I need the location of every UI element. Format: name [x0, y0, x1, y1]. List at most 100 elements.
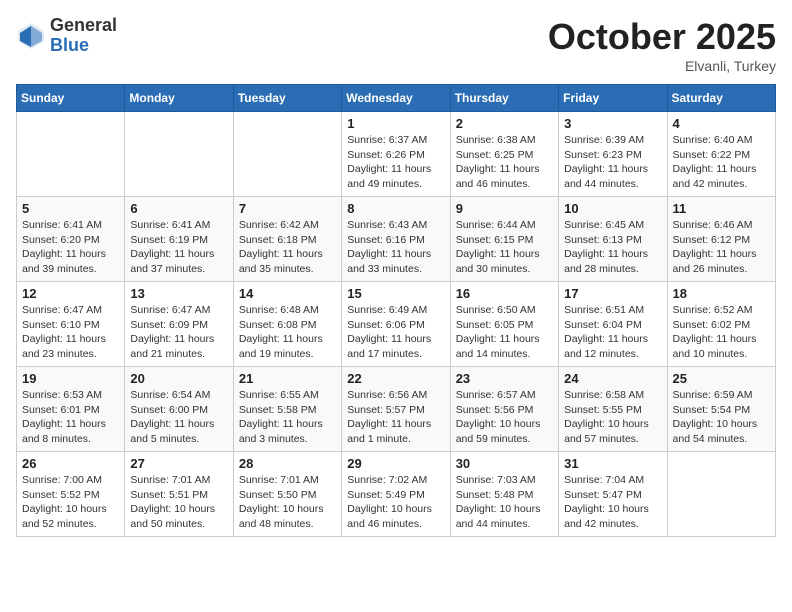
week-row-2: 5 Sunrise: 6:41 AM Sunset: 6:20 PM Daylig…	[17, 197, 776, 282]
day-number: 7	[239, 201, 336, 216]
calendar-cell: 4 Sunrise: 6:40 AM Sunset: 6:22 PM Daylig…	[667, 112, 775, 197]
calendar-cell: 21 Sunrise: 6:55 AM Sunset: 5:58 PM Dayli…	[233, 367, 341, 452]
calendar-cell: 1Sunrise: 6:37 AM Sunset: 6:26 PM Daylig…	[342, 112, 450, 197]
calendar-cell: 29 Sunrise: 7:02 AM Sunset: 5:49 PM Dayli…	[342, 452, 450, 537]
month-title: October 2025	[548, 16, 776, 58]
calendar-cell	[17, 112, 125, 197]
day-number: 9	[456, 201, 553, 216]
day-info: Sunrise: 6:43 AM Sunset: 6:16 PM Dayligh…	[347, 218, 444, 277]
day-number: 25	[673, 371, 770, 386]
day-info: Sunrise: 6:45 AM Sunset: 6:13 PM Dayligh…	[564, 218, 661, 277]
calendar-cell: 3Sunrise: 6:39 AM Sunset: 6:23 PM Daylig…	[559, 112, 667, 197]
location-subtitle: Elvanli, Turkey	[548, 58, 776, 74]
day-info: Sunrise: 6:58 AM Sunset: 5:55 PM Dayligh…	[564, 388, 661, 447]
day-number: 13	[130, 286, 227, 301]
day-number: 10	[564, 201, 661, 216]
day-info: Sunrise: 6:55 AM Sunset: 5:58 PM Dayligh…	[239, 388, 336, 447]
day-number: 6	[130, 201, 227, 216]
calendar-cell: 15 Sunrise: 6:49 AM Sunset: 6:06 PM Dayli…	[342, 282, 450, 367]
day-info: Sunrise: 6:38 AM Sunset: 6:25 PM Dayligh…	[456, 133, 553, 192]
day-header-sunday: Sunday	[17, 85, 125, 112]
day-info: Sunrise: 6:56 AM Sunset: 5:57 PM Dayligh…	[347, 388, 444, 447]
week-row-3: 12 Sunrise: 6:47 AM Sunset: 6:10 PM Dayli…	[17, 282, 776, 367]
day-info: Sunrise: 6:44 AM Sunset: 6:15 PM Dayligh…	[456, 218, 553, 277]
day-number: 3	[564, 116, 661, 131]
week-row-1: 1Sunrise: 6:37 AM Sunset: 6:26 PM Daylig…	[17, 112, 776, 197]
calendar-cell: 8Sunrise: 6:43 AM Sunset: 6:16 PM Daylig…	[342, 197, 450, 282]
calendar-cell: 6 Sunrise: 6:41 AM Sunset: 6:19 PM Daylig…	[125, 197, 233, 282]
calendar-cell: 26 Sunrise: 7:00 AM Sunset: 5:52 PM Dayli…	[17, 452, 125, 537]
calendar-cell: 7 Sunrise: 6:42 AM Sunset: 6:18 PM Daylig…	[233, 197, 341, 282]
logo-icon	[16, 21, 46, 51]
day-info: Sunrise: 6:57 AM Sunset: 5:56 PM Dayligh…	[456, 388, 553, 447]
calendar-cell	[667, 452, 775, 537]
day-info: Sunrise: 6:46 AM Sunset: 6:12 PM Dayligh…	[673, 218, 770, 277]
day-number: 14	[239, 286, 336, 301]
day-number: 29	[347, 456, 444, 471]
calendar-cell: 14 Sunrise: 6:48 AM Sunset: 6:08 PM Dayli…	[233, 282, 341, 367]
week-row-4: 19Sunrise: 6:53 AM Sunset: 6:01 PM Dayli…	[17, 367, 776, 452]
day-number: 19	[22, 371, 119, 386]
day-number: 26	[22, 456, 119, 471]
day-info: Sunrise: 6:41 AM Sunset: 6:19 PM Dayligh…	[130, 218, 227, 277]
day-info: Sunrise: 7:01 AM Sunset: 5:50 PM Dayligh…	[239, 473, 336, 532]
day-number: 31	[564, 456, 661, 471]
day-number: 4	[673, 116, 770, 131]
calendar-header-row: SundayMondayTuesdayWednesdayThursdayFrid…	[17, 85, 776, 112]
day-number: 17	[564, 286, 661, 301]
day-info: Sunrise: 7:02 AM Sunset: 5:49 PM Dayligh…	[347, 473, 444, 532]
day-info: Sunrise: 6:47 AM Sunset: 6:09 PM Dayligh…	[130, 303, 227, 362]
day-info: Sunrise: 6:49 AM Sunset: 6:06 PM Dayligh…	[347, 303, 444, 362]
calendar-cell: 17 Sunrise: 6:51 AM Sunset: 6:04 PM Dayli…	[559, 282, 667, 367]
calendar-cell: 12 Sunrise: 6:47 AM Sunset: 6:10 PM Dayli…	[17, 282, 125, 367]
calendar-cell: 19Sunrise: 6:53 AM Sunset: 6:01 PM Dayli…	[17, 367, 125, 452]
day-header-friday: Friday	[559, 85, 667, 112]
day-number: 28	[239, 456, 336, 471]
day-info: Sunrise: 7:01 AM Sunset: 5:51 PM Dayligh…	[130, 473, 227, 532]
day-number: 16	[456, 286, 553, 301]
title-block: October 2025 Elvanli, Turkey	[548, 16, 776, 74]
day-number: 12	[22, 286, 119, 301]
calendar-cell: 27 Sunrise: 7:01 AM Sunset: 5:51 PM Dayli…	[125, 452, 233, 537]
calendar-cell	[125, 112, 233, 197]
calendar-cell: 23 Sunrise: 6:57 AM Sunset: 5:56 PM Dayli…	[450, 367, 558, 452]
day-info: Sunrise: 6:51 AM Sunset: 6:04 PM Dayligh…	[564, 303, 661, 362]
calendar-cell: 22 Sunrise: 6:56 AM Sunset: 5:57 PM Dayli…	[342, 367, 450, 452]
day-info: Sunrise: 6:41 AM Sunset: 6:20 PM Dayligh…	[22, 218, 119, 277]
day-number: 22	[347, 371, 444, 386]
calendar-cell: 28 Sunrise: 7:01 AM Sunset: 5:50 PM Dayli…	[233, 452, 341, 537]
day-header-tuesday: Tuesday	[233, 85, 341, 112]
day-number: 18	[673, 286, 770, 301]
day-number: 15	[347, 286, 444, 301]
logo-text: General Blue	[50, 16, 117, 56]
day-header-wednesday: Wednesday	[342, 85, 450, 112]
day-number: 5	[22, 201, 119, 216]
calendar-cell: 11Sunrise: 6:46 AM Sunset: 6:12 PM Dayli…	[667, 197, 775, 282]
calendar-cell: 24 Sunrise: 6:58 AM Sunset: 5:55 PM Dayli…	[559, 367, 667, 452]
day-info: Sunrise: 6:40 AM Sunset: 6:22 PM Dayligh…	[673, 133, 770, 192]
calendar-cell: 31 Sunrise: 7:04 AM Sunset: 5:47 PM Dayli…	[559, 452, 667, 537]
day-info: Sunrise: 6:52 AM Sunset: 6:02 PM Dayligh…	[673, 303, 770, 362]
day-info: Sunrise: 6:54 AM Sunset: 6:00 PM Dayligh…	[130, 388, 227, 447]
day-number: 2	[456, 116, 553, 131]
day-info: Sunrise: 6:42 AM Sunset: 6:18 PM Dayligh…	[239, 218, 336, 277]
day-info: Sunrise: 6:50 AM Sunset: 6:05 PM Dayligh…	[456, 303, 553, 362]
day-number: 21	[239, 371, 336, 386]
day-number: 24	[564, 371, 661, 386]
calendar-table: SundayMondayTuesdayWednesdayThursdayFrid…	[16, 84, 776, 537]
calendar-cell: 5 Sunrise: 6:41 AM Sunset: 6:20 PM Daylig…	[17, 197, 125, 282]
day-number: 27	[130, 456, 227, 471]
day-info: Sunrise: 6:47 AM Sunset: 6:10 PM Dayligh…	[22, 303, 119, 362]
calendar-cell: 18 Sunrise: 6:52 AM Sunset: 6:02 PM Dayli…	[667, 282, 775, 367]
calendar-cell: 2 Sunrise: 6:38 AM Sunset: 6:25 PM Daylig…	[450, 112, 558, 197]
day-number: 23	[456, 371, 553, 386]
calendar-cell: 9 Sunrise: 6:44 AM Sunset: 6:15 PM Daylig…	[450, 197, 558, 282]
calendar-cell: 25 Sunrise: 6:59 AM Sunset: 5:54 PM Dayli…	[667, 367, 775, 452]
day-info: Sunrise: 6:59 AM Sunset: 5:54 PM Dayligh…	[673, 388, 770, 447]
day-info: Sunrise: 6:48 AM Sunset: 6:08 PM Dayligh…	[239, 303, 336, 362]
day-info: Sunrise: 7:03 AM Sunset: 5:48 PM Dayligh…	[456, 473, 553, 532]
day-info: Sunrise: 7:04 AM Sunset: 5:47 PM Dayligh…	[564, 473, 661, 532]
day-header-thursday: Thursday	[450, 85, 558, 112]
day-info: Sunrise: 7:00 AM Sunset: 5:52 PM Dayligh…	[22, 473, 119, 532]
day-number: 20	[130, 371, 227, 386]
